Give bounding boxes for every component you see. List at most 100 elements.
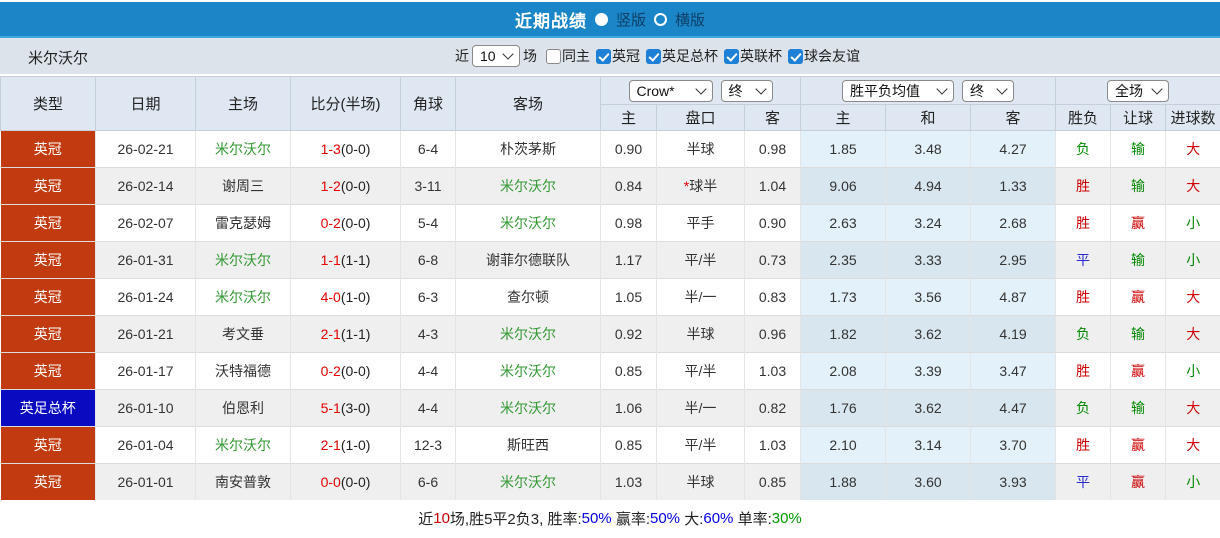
checkbox-unchecked[interactable] — [546, 48, 561, 64]
result-cell: 胜 — [1055, 204, 1111, 242]
corner-cell: 5-4 — [400, 204, 456, 242]
home-team-cell: 南安普敦 — [195, 463, 291, 500]
radio-horizontal-layout[interactable] — [654, 12, 667, 26]
ah-line-cell: 半/一 — [656, 389, 745, 427]
summary-segment: 近 — [418, 511, 434, 528]
checkbox-checked[interactable] — [788, 48, 803, 64]
checkbox-label[interactable]: 球会友谊 — [804, 46, 860, 66]
date-cell: 26-01-21 — [95, 315, 196, 353]
checkbox-checked[interactable] — [596, 48, 611, 64]
table-row: 英冠 26-01-21 考文垂 2-1(1-1) 4-3 米尔沃尔 0.92 半球 0.96 1.… — [0, 315, 1220, 353]
away-team-cell: 斯旺西 — [455, 426, 601, 464]
avg-draw-cell: 3.48 — [885, 130, 971, 168]
score-cell: 0-0(0-0) — [290, 463, 401, 500]
checkbox-checked[interactable] — [724, 48, 739, 64]
checkbox-label[interactable]: 同主 — [562, 46, 590, 66]
result-cell: 负 — [1055, 315, 1111, 353]
summary-segment: 60% — [703, 510, 734, 527]
odds-company-select[interactable]: Crow* — [628, 79, 713, 102]
odds-final-select[interactable]: 终 — [720, 79, 773, 102]
handicap-result-cell: 赢 — [1110, 204, 1166, 242]
avg-final-select[interactable]: 终 — [962, 79, 1015, 102]
fulltime-score: 0-0 — [320, 474, 341, 490]
ah-away-odds-cell: 0.98 — [743, 130, 801, 168]
avg-draw-cell: 3.56 — [885, 278, 971, 316]
checkbox-checked[interactable] — [646, 48, 661, 64]
table-row: 英冠 26-01-31 米尔沃尔 1-1(1-1) 6-8 谢菲尔德联队 1.17 平/半 0.… — [0, 241, 1220, 279]
checkbox-label[interactable]: 英足总杯 — [662, 46, 718, 66]
summary-segment: 30% — [771, 510, 802, 527]
goals-result-cell: 大 — [1165, 130, 1220, 168]
subheader-ah-away: 客 — [743, 104, 802, 131]
handicap-result-cell: 赢 — [1110, 463, 1166, 500]
fulltime-score: 0-2 — [320, 215, 341, 231]
halftime-score: (3-0) — [340, 400, 371, 416]
match-scope-select[interactable]: 全场 — [1107, 79, 1170, 102]
summary-segment: 50% — [650, 510, 681, 527]
table-row: 英冠 26-01-01 南安普敦 0-0(0-0) 6-6 米尔沃尔 1.03 半球 0.85 1… — [0, 463, 1220, 500]
avg-away-cell: 3.93 — [970, 463, 1056, 500]
home-team-cell: 雷克瑟姆 — [195, 204, 291, 242]
ah-home-odds-cell: 0.92 — [600, 315, 657, 353]
away-team-cell: 米尔沃尔 — [455, 315, 601, 353]
goals-result-cell: 小 — [1165, 241, 1220, 279]
result-cell: 负 — [1055, 389, 1111, 427]
home-team-cell: 谢周三 — [195, 167, 291, 205]
handicap-result-cell: 输 — [1110, 130, 1166, 168]
league-type-badge: 英冠 — [0, 242, 95, 278]
checkbox-label[interactable]: 英冠 — [612, 46, 640, 66]
fulltime-score: 5-1 — [320, 400, 341, 416]
radio-vertical-label[interactable]: 竖版 — [616, 9, 646, 30]
table-row: 英冠 26-02-07 雷克瑟姆 0-2(0-0) 5-4 米尔沃尔 0.98 平手 0.90 2… — [0, 204, 1220, 242]
score-cell: 2-1(1-0) — [290, 426, 401, 464]
col-header-score: 比分(半场) — [290, 76, 401, 131]
league-type-badge: 英冠 — [0, 316, 95, 352]
corner-cell: 6-6 — [400, 463, 456, 500]
avg-away-cell: 1.33 — [970, 167, 1056, 205]
ah-home-odds-cell: 0.85 — [600, 352, 657, 390]
ah-away-odds-cell: 0.83 — [743, 278, 801, 316]
results-tbody: 英冠 26-02-21 米尔沃尔 1-3(0-0) 6-4 朴茨茅斯 0.90 半球 0.98 1… — [0, 130, 1220, 500]
radio-horizontal-label[interactable]: 横版 — [675, 9, 705, 30]
team-name: 米尔沃尔 — [28, 50, 89, 67]
ah-home-odds-cell: 1.17 — [600, 241, 657, 279]
ah-line-cell: 半球 — [656, 130, 745, 168]
halftime-score: (0-0) — [340, 474, 371, 490]
league-type-badge: 英足总杯 — [0, 390, 95, 426]
avg-away-cell: 2.68 — [970, 204, 1056, 242]
summary-segment: 赢率: — [611, 511, 650, 528]
chevron-down-icon — [502, 48, 514, 60]
halftime-score: (0-0) — [340, 215, 371, 231]
result-cell: 负 — [1055, 130, 1111, 168]
recent-count-select[interactable]: 10 — [472, 45, 520, 67]
avg-home-cell: 9.06 — [800, 167, 886, 205]
handicap-result-cell: 赢 — [1110, 278, 1166, 316]
ah-line-cell: 半球 — [656, 463, 745, 500]
score-cell: 1-2(0-0) — [290, 167, 401, 205]
col-header-away: 客场 — [455, 76, 601, 131]
handicap-odds-group: Crow* 终 — [599, 76, 802, 105]
ah-line-cell: 半/一 — [656, 278, 745, 316]
ah-home-odds-cell: 1.03 — [600, 463, 657, 500]
halftime-score: (1-0) — [340, 289, 371, 305]
checkbox-label[interactable]: 英联杯 — [740, 46, 782, 66]
home-team-cell: 米尔沃尔 — [195, 426, 291, 464]
away-team-cell: 米尔沃尔 — [455, 204, 601, 242]
date-cell: 26-02-07 — [95, 204, 196, 242]
fulltime-score: 2-1 — [320, 326, 341, 342]
avg-home-cell: 1.82 — [800, 315, 886, 353]
filter-checkboxes: 同主 英冠 英足总杯 英联杯 球会友谊 — [540, 46, 860, 66]
avg-odds-select[interactable]: 胜平负均值 — [842, 79, 955, 102]
filter-bar: 米尔沃尔 近 10 场 同主 英冠 英足总杯 英联杯 球会友谊 — [0, 38, 1220, 74]
goals-result-cell: 大 — [1165, 426, 1220, 464]
radio-vertical-layout[interactable] — [594, 12, 608, 26]
fulltime-score: 4-0 — [320, 289, 341, 305]
avg-away-cell: 2.95 — [970, 241, 1056, 279]
away-team-cell: 米尔沃尔 — [455, 463, 601, 500]
ah-line-cell: 平/半 — [656, 352, 745, 390]
home-team-cell: 米尔沃尔 — [195, 241, 291, 279]
table-row: 英冠 26-01-04 米尔沃尔 2-1(1-0) 12-3 斯旺西 0.85 平/半 1.03… — [0, 426, 1220, 464]
ah-away-odds-cell: 1.04 — [743, 167, 801, 205]
goals-result-cell: 小 — [1165, 204, 1220, 242]
table-row: 英冠 26-02-21 米尔沃尔 1-3(0-0) 6-4 朴茨茅斯 0.90 半球 0.98 1… — [0, 130, 1220, 168]
